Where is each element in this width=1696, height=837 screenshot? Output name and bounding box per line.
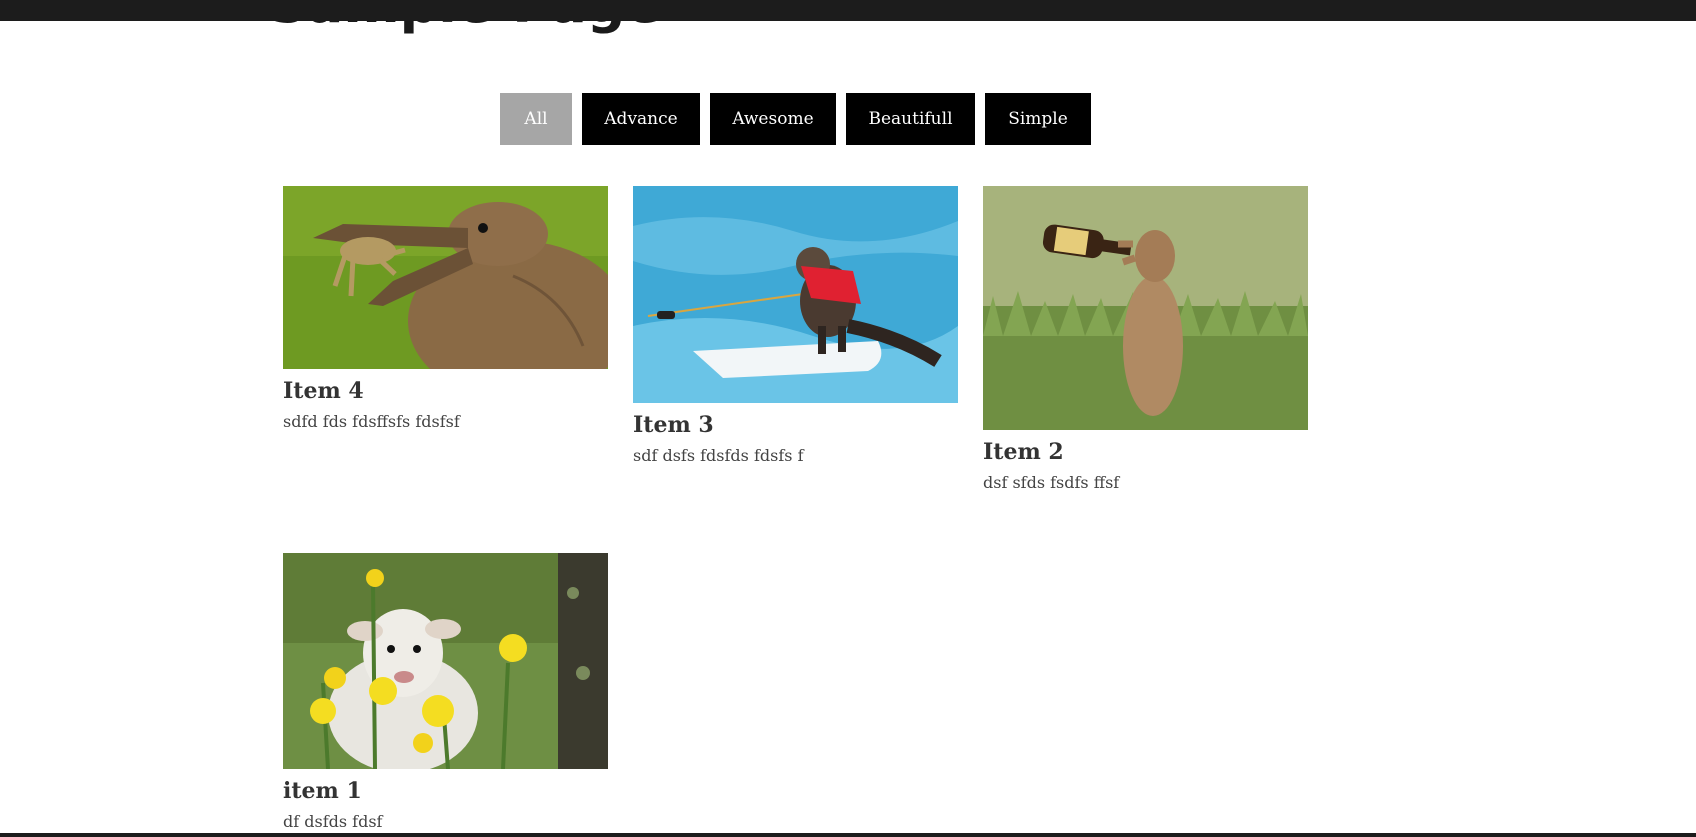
filter-all-button[interactable]: All — [500, 93, 572, 145]
squirrel-waterski-illustration — [633, 186, 958, 403]
item-description: dsf sfds fsdfs ffsf — [983, 473, 1120, 492]
portfolio-item: Item 4 sdfd fds fdsffsfs fdsfsf — [283, 186, 608, 433]
item-image-bird[interactable] — [283, 186, 608, 369]
item-image-lamb[interactable] — [283, 553, 608, 769]
filter-beautifull-button[interactable]: Beautifull — [846, 93, 975, 145]
filter-advance-button[interactable]: Advance — [582, 93, 700, 145]
item-description: sdfd fds fdsffsfs fdsfsf — [283, 412, 460, 431]
filter-simple-button[interactable]: Simple — [985, 93, 1091, 145]
bottom-bar — [0, 833, 1696, 837]
lamb-daffodils-illustration — [283, 553, 608, 769]
portfolio-item: Item 2 dsf sfds fsdfs ffsf — [983, 186, 1308, 494]
top-bar — [0, 0, 1696, 21]
filter-awesome-button[interactable]: Awesome — [710, 93, 836, 145]
bird-frog-illustration — [283, 186, 608, 369]
item-title[interactable]: Item 4 — [283, 377, 608, 405]
item-description: df dsfds fdsf — [283, 812, 383, 831]
item-image-squirrel[interactable] — [633, 186, 958, 403]
portfolio-item: Item 3 sdf dsfs fdsfds fdsfs f — [633, 186, 958, 467]
prairie-dog-bottle-illustration — [983, 186, 1308, 430]
portfolio-item: item 1 df dsfds fdsf — [283, 553, 608, 833]
item-title[interactable]: Item 2 — [983, 438, 1308, 466]
item-title[interactable]: item 1 — [283, 777, 608, 805]
item-description: sdf dsfs fdsfds fdsfs f — [633, 446, 804, 465]
item-title[interactable]: Item 3 — [633, 411, 958, 439]
item-image-prairie-dog[interactable] — [983, 186, 1308, 430]
